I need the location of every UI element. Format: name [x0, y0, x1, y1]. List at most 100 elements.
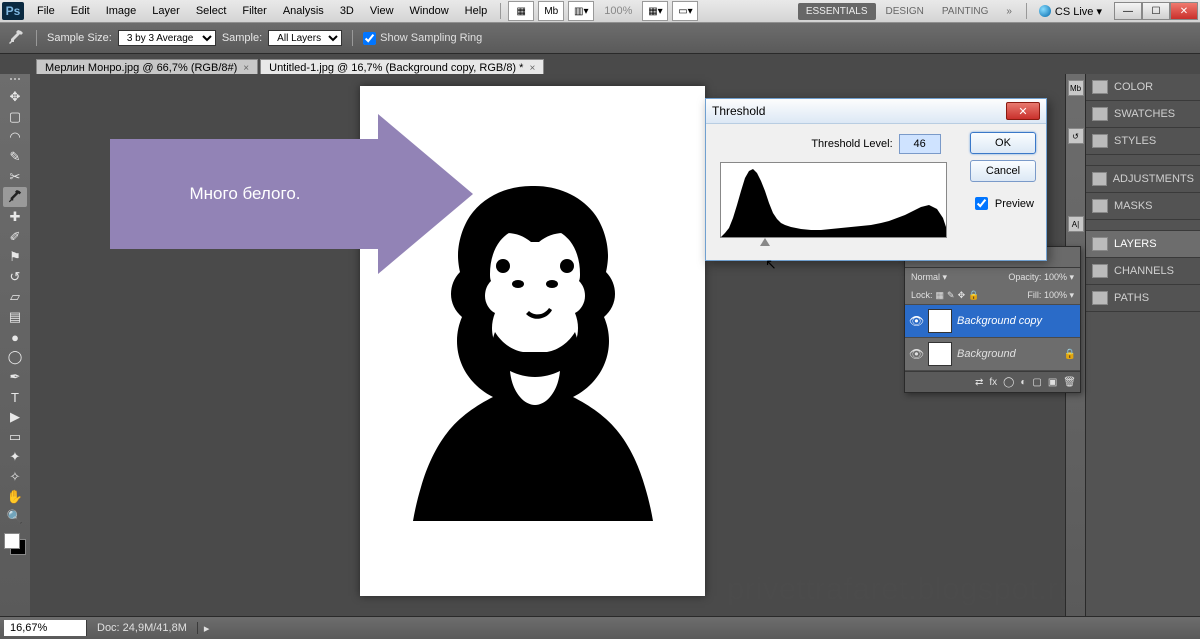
panel-swatches[interactable]: SWATCHES: [1086, 101, 1200, 128]
group-icon[interactable]: ▢: [1032, 377, 1041, 388]
lock-all-icon[interactable]: 🔒: [968, 290, 979, 301]
threshold-slider[interactable]: [720, 238, 945, 250]
lock-position-icon[interactable]: ✥: [958, 290, 966, 301]
workspace-painting[interactable]: PAINTING: [934, 3, 996, 20]
minimize-button[interactable]: —: [1114, 2, 1142, 20]
visibility-icon[interactable]: 👁: [909, 347, 923, 361]
menu-image[interactable]: Image: [99, 2, 144, 20]
blend-mode-select[interactable]: Normal ▾: [911, 272, 947, 283]
panel-color[interactable]: COLOR: [1086, 74, 1200, 101]
show-sampling-ring-check[interactable]: Show Sampling Ring: [363, 32, 482, 45]
menu-analysis[interactable]: Analysis: [276, 2, 331, 20]
layer-thumbnail[interactable]: [928, 342, 952, 366]
panel-handle-icon[interactable]: [3, 78, 27, 84]
shape-tool[interactable]: ▭: [3, 427, 27, 447]
adjustment-icon[interactable]: ◐: [1020, 377, 1026, 388]
close-button[interactable]: ✕: [1170, 2, 1198, 20]
screen-mode-icon[interactable]: ▭▾: [672, 1, 698, 21]
menu-layer[interactable]: Layer: [145, 2, 187, 20]
layer-row[interactable]: 👁 Background copy: [905, 305, 1080, 338]
launch-minibridge-icon[interactable]: Mb: [538, 1, 564, 21]
dialog-close-button[interactable]: ✕: [1006, 102, 1040, 120]
maximize-button[interactable]: ☐: [1142, 2, 1170, 20]
arrange-docs-icon[interactable]: ▦▾: [642, 1, 668, 21]
preview-check[interactable]: [975, 197, 988, 210]
marquee-tool[interactable]: ▢: [3, 107, 27, 127]
doc-info[interactable]: Doc: 24,9M/41,8M: [87, 622, 198, 634]
foreground-color-swatch[interactable]: [4, 533, 20, 549]
layer-name[interactable]: Background copy: [957, 315, 1042, 327]
menu-edit[interactable]: Edit: [64, 2, 97, 20]
menu-view[interactable]: View: [363, 2, 401, 20]
eraser-tool[interactable]: ▱: [3, 287, 27, 307]
lock-transparency-icon[interactable]: ▦: [936, 290, 945, 301]
mask-icon[interactable]: ◯: [1003, 377, 1014, 388]
brush-tool[interactable]: ✐: [3, 227, 27, 247]
cs-live-button[interactable]: CS Live ▾: [1033, 5, 1108, 18]
trash-icon[interactable]: 🗑: [1063, 377, 1076, 388]
doc-info-arrow-icon[interactable]: ▸: [198, 622, 216, 635]
cancel-button[interactable]: Cancel: [970, 160, 1036, 182]
sample-layers-select[interactable]: All Layers: [268, 30, 342, 46]
view-extras-icon[interactable]: ▥▾: [568, 1, 594, 21]
tab-close-icon[interactable]: ×: [243, 63, 249, 74]
opacity-control[interactable]: Opacity: 100% ▾: [1008, 272, 1074, 283]
slider-handle-icon[interactable]: [760, 238, 770, 246]
menu-help[interactable]: Help: [458, 2, 495, 20]
menu-window[interactable]: Window: [403, 2, 456, 20]
zoom-field[interactable]: 16,67%: [4, 620, 87, 636]
panel-masks[interactable]: MASKS: [1086, 193, 1200, 220]
visibility-icon[interactable]: 👁: [909, 314, 923, 328]
show-ring-checkbox[interactable]: [363, 32, 376, 45]
workspace-design[interactable]: DESIGN: [878, 3, 932, 20]
strip-character-icon[interactable]: A|: [1068, 216, 1084, 232]
dodge-tool[interactable]: ◯: [3, 347, 27, 367]
menu-file[interactable]: File: [30, 2, 62, 20]
healing-tool[interactable]: ✚: [3, 207, 27, 227]
workspace-essentials[interactable]: ESSENTIALS: [798, 3, 876, 20]
panel-layers[interactable]: LAYERS: [1086, 231, 1200, 258]
crop-tool[interactable]: ✂: [3, 167, 27, 187]
dialog-titlebar[interactable]: Threshold ✕: [706, 99, 1046, 124]
strip-history-icon[interactable]: ↺: [1068, 128, 1084, 144]
3d-camera-tool[interactable]: ✧: [3, 467, 27, 487]
menu-select[interactable]: Select: [189, 2, 234, 20]
lasso-tool[interactable]: ◠: [3, 127, 27, 147]
layer-name[interactable]: Background: [957, 348, 1016, 360]
layer-row[interactable]: 👁 Background 🔒: [905, 338, 1080, 371]
eyedropper-tool[interactable]: [3, 187, 27, 207]
panel-paths[interactable]: PATHS: [1086, 285, 1200, 312]
panel-adjustments[interactable]: ADJUSTMENTS: [1086, 166, 1200, 193]
link-layers-icon[interactable]: ⇄: [975, 377, 983, 388]
color-swatches[interactable]: [4, 533, 26, 555]
3d-tool[interactable]: ✦: [3, 447, 27, 467]
menu-filter[interactable]: Filter: [235, 2, 273, 20]
move-tool[interactable]: ✥: [3, 87, 27, 107]
launch-bridge-icon[interactable]: ▦: [508, 1, 534, 21]
ok-button[interactable]: OK: [970, 132, 1036, 154]
pen-tool[interactable]: ✒: [3, 367, 27, 387]
fill-control[interactable]: Fill: 100% ▾: [1027, 290, 1074, 301]
panel-channels[interactable]: CHANNELS: [1086, 258, 1200, 285]
hand-tool[interactable]: ✋: [3, 487, 27, 507]
lock-pixels-icon[interactable]: ✎: [947, 290, 955, 301]
zoom-tool[interactable]: 🔍: [3, 507, 27, 527]
workspace-more[interactable]: »: [998, 3, 1020, 20]
menu-3d[interactable]: 3D: [333, 2, 361, 20]
strip-minibridge-icon[interactable]: Mb: [1068, 80, 1084, 96]
panel-styles[interactable]: STYLES: [1086, 128, 1200, 155]
stamp-tool[interactable]: ⚑: [3, 247, 27, 267]
tab-close-icon[interactable]: ×: [529, 63, 535, 74]
history-brush-tool[interactable]: ↺: [3, 267, 27, 287]
gradient-tool[interactable]: ▤: [3, 307, 27, 327]
preview-checkbox[interactable]: Preview: [971, 194, 1034, 213]
path-select-tool[interactable]: ▶: [3, 407, 27, 427]
fx-icon[interactable]: fx: [989, 377, 997, 388]
zoom-level[interactable]: 100%: [597, 2, 639, 20]
layer-thumbnail[interactable]: [928, 309, 952, 333]
type-tool[interactable]: T: [3, 387, 27, 407]
new-layer-icon[interactable]: ▣: [1048, 377, 1057, 388]
blur-tool[interactable]: ●: [3, 327, 27, 347]
quick-select-tool[interactable]: ✎: [3, 147, 27, 167]
sample-size-select[interactable]: 3 by 3 Average: [118, 30, 216, 46]
